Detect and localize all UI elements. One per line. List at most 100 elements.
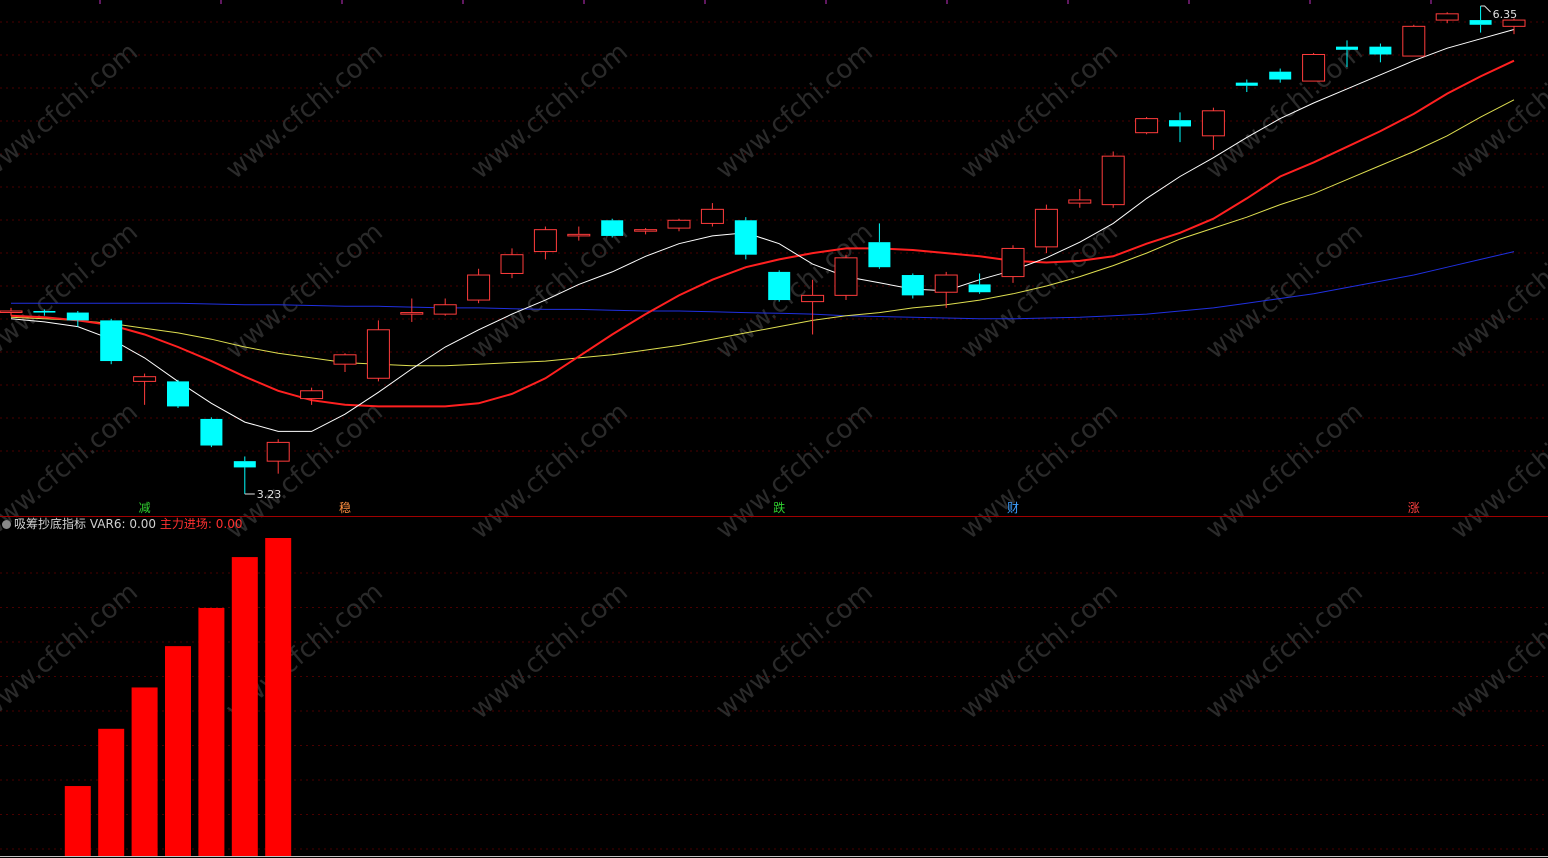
candle [167, 379, 189, 408]
signal-marker: 减 [139, 501, 151, 515]
watermark-text: www.cfchi.com [1445, 577, 1548, 725]
watermark-text: www.cfchi.com [465, 577, 634, 725]
candle [700, 203, 724, 227]
candle [601, 218, 624, 238]
candle-body-up [700, 208, 724, 224]
indicator-bar [265, 538, 292, 856]
candle-body-up [934, 274, 958, 293]
signal-marker: 跌 [773, 500, 785, 515]
candle-body-up [0, 310, 23, 313]
candle [1269, 68, 1292, 83]
candle [734, 217, 757, 260]
candle-body-down [734, 220, 757, 255]
watermark-text: www.cfchi.com [0, 37, 144, 185]
indicator-bars [64, 538, 292, 856]
candle-body-up [1034, 208, 1058, 248]
candle-body-up [133, 376, 157, 382]
low-price-label: 3.23 [257, 488, 282, 501]
candle-body-down [768, 271, 791, 301]
candle [1201, 107, 1225, 150]
signal-marker: 涨 [1408, 500, 1420, 515]
candle-body-up [333, 354, 357, 365]
main-entry-label: 主力进场: [159, 517, 212, 531]
watermark-text: www.cfchi.com [465, 37, 634, 185]
candle-body-down [868, 242, 891, 268]
candle [333, 353, 357, 372]
candle-body-down [901, 275, 924, 296]
candle [400, 298, 424, 322]
candle [934, 271, 958, 308]
candle [768, 270, 791, 302]
candle [1402, 24, 1426, 57]
candle-body-up [400, 312, 424, 315]
candle-body-up [1001, 247, 1025, 278]
candle [868, 223, 891, 269]
candle [1169, 112, 1191, 143]
candle [834, 254, 858, 301]
candle [1034, 204, 1058, 254]
candle [433, 298, 457, 316]
candle-body-up [1402, 25, 1426, 57]
candle-body-down [1469, 20, 1492, 25]
candle-body-up [801, 294, 825, 303]
candle-body-up [1201, 110, 1225, 137]
watermark-text: www.cfchi.com [0, 577, 144, 725]
candle-body-up [1135, 118, 1159, 134]
stock-chart[interactable]: www.cfchi.com www.cfchi.com www.cfchi.com w… [0, 0, 1548, 858]
candle-body-down [1269, 71, 1292, 80]
candle [467, 268, 491, 304]
candle [133, 373, 157, 405]
candle-body-down [968, 284, 991, 293]
candle-body-up [834, 257, 858, 296]
watermark-text: www.cfchi.com [1445, 217, 1548, 365]
candle [1435, 12, 1459, 24]
watermark-text: www.cfchi.com [1445, 37, 1548, 185]
main-entry-value: 0.00 [215, 517, 243, 531]
candle [901, 273, 924, 299]
watermark-text: www.cfchi.com [220, 217, 389, 365]
candle-body-down [66, 312, 89, 321]
candle [1235, 79, 1258, 93]
candle-body-up [1302, 53, 1326, 82]
candle-body-up [1068, 199, 1092, 204]
watermark-text: www.cfchi.com [1200, 397, 1369, 545]
indicator-bar [131, 687, 158, 856]
candle-body-up [500, 254, 524, 274]
indicator-bar [64, 786, 91, 856]
indicator-bar [98, 728, 125, 856]
candle [366, 320, 390, 382]
candle-body-up [366, 329, 390, 379]
candle-body-up [567, 233, 591, 237]
candle [1135, 117, 1159, 135]
candle-body-down [1169, 120, 1191, 127]
high-price-label: 6.35 [1493, 8, 1518, 21]
candle [66, 311, 89, 327]
candle-body-up [533, 229, 557, 253]
candle [100, 318, 123, 365]
candle-body-down [1235, 82, 1258, 86]
watermark-text: www.cfchi.com [955, 397, 1124, 545]
candle [1302, 52, 1326, 82]
candle-body-up [266, 441, 290, 462]
candle [968, 273, 991, 294]
candle-body-down [1336, 46, 1358, 50]
watermark-text: www.cfchi.com [955, 577, 1124, 725]
candle-body-up [667, 219, 691, 229]
indicator-toggle-icon[interactable] [2, 520, 11, 529]
watermark-text: www.cfchi.com [465, 397, 634, 545]
candle [233, 456, 256, 494]
var6-value: 0.00 [129, 517, 157, 531]
watermark-text: www.cfchi.com [1200, 217, 1369, 365]
indicator-bar [198, 607, 225, 856]
candle-body-up [467, 274, 491, 301]
signal-marker: 稳 [339, 500, 351, 515]
indicator-name: 吸筹抄底指标 [14, 517, 87, 531]
watermark-text: www.cfchi.com [220, 397, 389, 545]
candle [1001, 245, 1025, 283]
high-label-pointer [1480, 5, 1491, 13]
watermark-text: www.cfchi.com [710, 397, 879, 545]
candle [200, 417, 223, 448]
candle [1068, 189, 1092, 208]
candle-body-down [233, 461, 256, 468]
candle-body-down [33, 311, 56, 313]
